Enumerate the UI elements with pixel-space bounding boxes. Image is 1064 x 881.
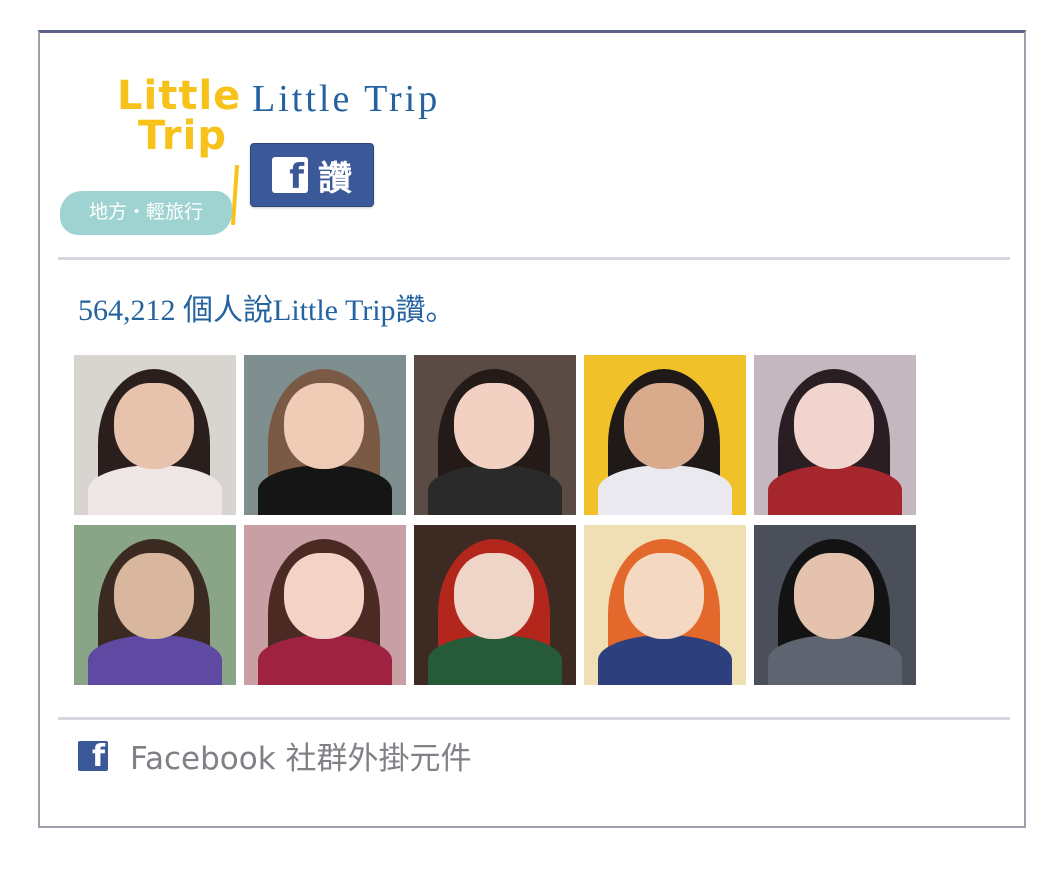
avatar-face [794,553,874,639]
avatar-body [258,635,392,685]
avatar-body [88,635,222,685]
footer-label: Facebook 社群外掛元件 [130,741,472,777]
pencil-icon [230,164,240,226]
fan-avatar[interactable] [244,525,406,685]
fan-avatar[interactable] [74,355,236,515]
avatar-body [598,465,732,515]
avatar-body [88,465,222,515]
logo-badge: 地方‧輕旅行 [60,191,232,235]
avatar-face [454,553,534,639]
avatar-face [624,553,704,639]
fan-avatar[interactable] [754,355,916,515]
facebook-page-plugin: Little Trip 地方‧輕旅行 Little Trip f 讚 564,2… [38,30,1026,828]
avatar-face [284,553,364,639]
like-count-text: 564,212 個人說Little Trip讚。 [78,294,456,327]
avatar-body [428,635,562,685]
avatar-body [258,465,392,515]
page-name-link[interactable]: Little Trip [252,77,440,121]
avatar-face [794,383,874,469]
little-trip-logo[interactable]: Little Trip 地方‧輕旅行 [60,73,245,235]
facebook-icon: f [78,740,108,771]
fan-avatar[interactable] [74,525,236,685]
avatar-body [598,635,732,685]
divider [58,257,1010,260]
plugin-footer[interactable]: f Facebook 社群外掛元件 [78,733,472,778]
avatar-body [768,635,902,685]
like-button[interactable]: f 讚 [250,143,374,207]
avatar-body [768,465,902,515]
fan-avatar[interactable] [754,525,916,685]
fan-avatar[interactable] [584,525,746,685]
fan-avatar[interactable] [414,355,576,515]
avatar-face [454,383,534,469]
divider [58,717,1010,720]
avatar-face [114,383,194,469]
avatar-face [284,383,364,469]
fan-avatar[interactable] [584,355,746,515]
like-button-label: 讚 [318,158,352,199]
fan-avatar[interactable] [414,525,576,685]
facebook-icon: f [272,157,308,193]
fan-avatar-grid [74,355,924,689]
avatar-face [114,553,194,639]
avatar-face [624,383,704,469]
logo-text-line2: Trip [138,113,227,159]
fan-avatar[interactable] [244,355,406,515]
avatar-body [428,465,562,515]
